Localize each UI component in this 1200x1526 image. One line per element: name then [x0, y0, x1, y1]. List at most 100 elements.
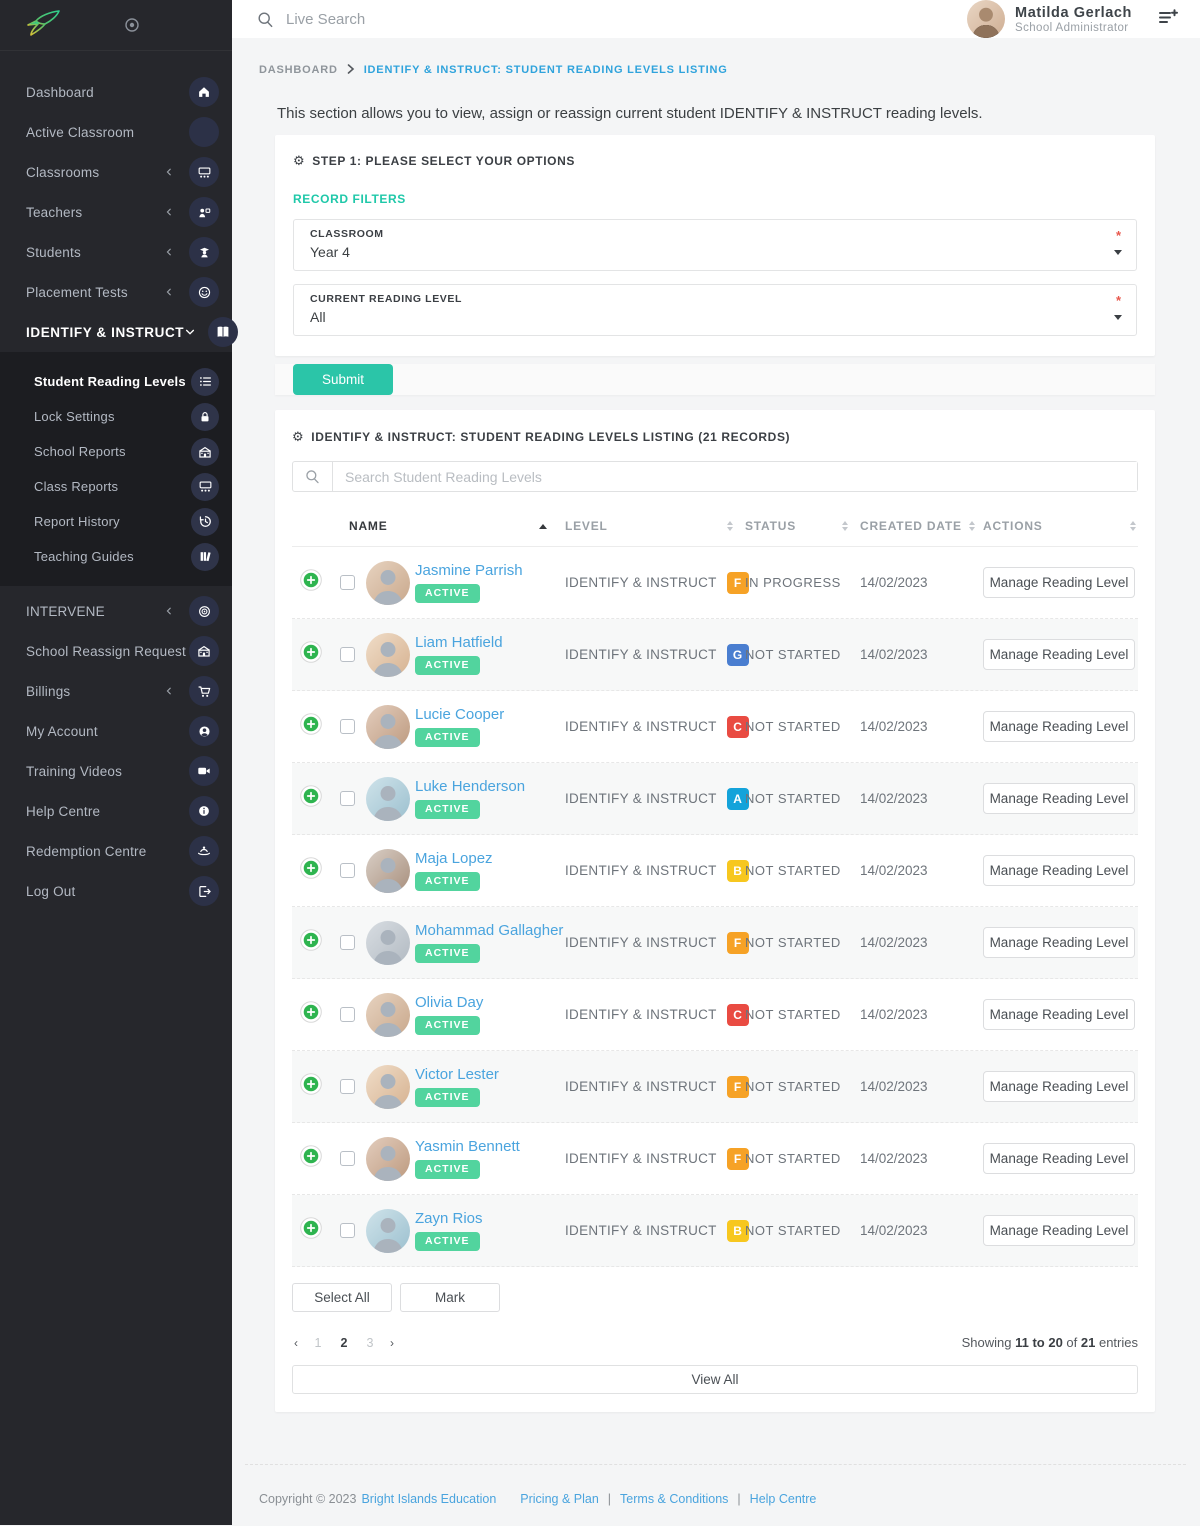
row-checkbox[interactable]: [340, 1079, 355, 1094]
video-icon: [189, 756, 219, 786]
column-header-created-date[interactable]: CREATED DATE: [860, 519, 983, 533]
pagination-page-3[interactable]: 3: [362, 1336, 378, 1350]
student-name-link[interactable]: Lucie Cooper: [415, 706, 504, 723]
sidebar-item-redemption-centre[interactable]: Redemption Centre: [0, 831, 232, 871]
manage-reading-level-button[interactable]: Manage Reading Level: [983, 783, 1135, 814]
status-cell: IN PROGRESS: [745, 575, 860, 590]
sidebar-item-active-classroom[interactable]: Active Classroom: [0, 112, 232, 152]
hands-icon: [189, 836, 219, 866]
row-checkbox[interactable]: [340, 575, 355, 590]
sidebar-item-billings[interactable]: Billings: [0, 671, 232, 711]
manage-reading-level-button[interactable]: Manage Reading Level: [983, 1215, 1135, 1246]
manage-reading-level-button[interactable]: Manage Reading Level: [983, 711, 1135, 742]
student-name-link[interactable]: Olivia Day: [415, 994, 483, 1011]
row-checkbox[interactable]: [340, 791, 355, 806]
expand-row-icon[interactable]: [300, 929, 322, 951]
expand-row-icon[interactable]: [300, 1073, 322, 1095]
sidebar-item-help-centre[interactable]: Help Centre: [0, 791, 232, 831]
expand-row-icon[interactable]: [300, 569, 322, 591]
row-checkbox[interactable]: [340, 1223, 355, 1238]
expand-row-icon[interactable]: [300, 713, 322, 735]
footer-link-terms-conditions[interactable]: Terms & Conditions: [620, 1492, 728, 1506]
student-name-link[interactable]: Zayn Rios: [415, 1210, 483, 1227]
sidebar-item-label: School Reassign Request: [26, 644, 189, 659]
sidebar-item-identify-instruct[interactable]: IDENTIFY & INSTRUCT: [0, 312, 232, 352]
expand-row-icon[interactable]: [300, 1217, 322, 1239]
pagination-page-1[interactable]: 1: [310, 1336, 326, 1350]
select-all-button[interactable]: Select All: [292, 1283, 392, 1312]
table-search-input[interactable]: [333, 462, 1137, 491]
pagination-page-2[interactable]: 2: [336, 1336, 352, 1350]
sidebar-item-intervene[interactable]: INTERVENE: [0, 591, 232, 631]
column-header-name[interactable]: NAME: [349, 519, 565, 533]
row-checkbox[interactable]: [340, 1007, 355, 1022]
manage-reading-level-button[interactable]: Manage Reading Level: [983, 567, 1135, 598]
expand-row-icon[interactable]: [300, 1001, 322, 1023]
column-header-status[interactable]: STATUS: [745, 519, 860, 533]
manage-reading-level-button[interactable]: Manage Reading Level: [983, 999, 1135, 1030]
breadcrumb-dashboard-link[interactable]: DASHBOARD: [259, 64, 338, 76]
manage-reading-level-button[interactable]: Manage Reading Level: [983, 1143, 1135, 1174]
manage-reading-level-button[interactable]: Manage Reading Level: [983, 855, 1135, 886]
sidebar-item-school-reassign-request[interactable]: School Reassign Request: [0, 631, 232, 671]
sidebar-item-school-reports[interactable]: School Reports: [0, 434, 232, 469]
sidebar-item-dashboard[interactable]: Dashboard: [0, 72, 232, 112]
add-list-icon[interactable]: [1158, 8, 1178, 31]
row-checkbox[interactable]: [340, 863, 355, 878]
sidebar-item-log-out[interactable]: Log Out: [0, 871, 232, 911]
caret-down-icon: [1114, 250, 1122, 255]
view-all-button[interactable]: View All: [292, 1365, 1138, 1394]
manage-reading-level-button[interactable]: Manage Reading Level: [983, 927, 1135, 958]
row-checkbox[interactable]: [340, 1151, 355, 1166]
mark-button[interactable]: Mark: [400, 1283, 500, 1312]
footer-link-pricing-plan[interactable]: Pricing & Plan: [520, 1492, 599, 1506]
expand-row-icon[interactable]: [300, 1145, 322, 1167]
footer-link-help-centre[interactable]: Help Centre: [750, 1492, 817, 1506]
row-checkbox[interactable]: [340, 719, 355, 734]
sidebar-item-teachers[interactable]: Teachers: [0, 192, 232, 232]
sidebar-item-lock-settings[interactable]: Lock Settings: [0, 399, 232, 434]
student-name-link[interactable]: Liam Hatfield: [415, 634, 503, 651]
sidebar-item-placement-tests[interactable]: Placement Tests: [0, 272, 232, 312]
filter-select-classroom[interactable]: CLASSROOMYear 4*: [293, 219, 1137, 271]
sidebar-item-report-history[interactable]: Report History: [0, 504, 232, 539]
sidebar-item-label: Placement Tests: [26, 285, 161, 300]
level-cell: IDENTIFY & INSTRUCTF: [565, 1076, 745, 1098]
chevron-left-icon: [161, 683, 177, 699]
sidebar-item-student-reading-levels[interactable]: Student Reading Levels: [0, 364, 232, 399]
expand-row-icon[interactable]: [300, 641, 322, 663]
column-header-level[interactable]: LEVEL: [565, 519, 745, 533]
table-row: Zayn RiosACTIVEIDENTIFY & INSTRUCTBNOT S…: [292, 1195, 1138, 1267]
pagination-prev[interactable]: ‹: [292, 1336, 300, 1350]
listing-card: ⚙ IDENTIFY & INSTRUCT: STUDENT READING L…: [275, 410, 1155, 1412]
brand-link[interactable]: Bright Islands Education: [361, 1492, 496, 1506]
filter-select-current-reading-level[interactable]: CURRENT READING LEVELAll*: [293, 284, 1137, 336]
user-menu[interactable]: Matilda Gerlach School Administrator: [967, 0, 1132, 38]
manage-reading-level-button[interactable]: Manage Reading Level: [983, 639, 1135, 670]
student-name-link[interactable]: Victor Lester: [415, 1066, 499, 1083]
sidebar-item-students[interactable]: Students: [0, 232, 232, 272]
student-name-link[interactable]: Mohammad Gallagher: [415, 922, 563, 939]
collapse-toggle-icon[interactable]: [124, 17, 140, 33]
submit-button[interactable]: Submit: [293, 364, 393, 395]
student-name-link[interactable]: Maja Lopez: [415, 850, 493, 867]
sidebar-item-training-videos[interactable]: Training Videos: [0, 751, 232, 791]
student-name-link[interactable]: Jasmine Parrish: [415, 562, 523, 579]
manage-reading-level-button[interactable]: Manage Reading Level: [983, 1071, 1135, 1102]
student-name-link[interactable]: Yasmin Bennett: [415, 1138, 520, 1155]
column-header-actions[interactable]: ACTIONS: [983, 519, 1138, 533]
expand-row-icon[interactable]: [300, 857, 322, 879]
student-name-link[interactable]: Luke Henderson: [415, 778, 525, 795]
sidebar-item-teaching-guides[interactable]: Teaching Guides: [0, 539, 232, 574]
sidebar-item-class-reports[interactable]: Class Reports: [0, 469, 232, 504]
live-search-input[interactable]: [286, 11, 967, 28]
brand-logo-icon[interactable]: [24, 8, 62, 43]
sidebar-item-my-account[interactable]: My Account: [0, 711, 232, 751]
created-date-cell: 14/02/2023: [860, 1007, 983, 1022]
row-checkbox[interactable]: [340, 647, 355, 662]
expand-row-icon[interactable]: [300, 785, 322, 807]
history-icon: [191, 508, 219, 536]
pagination-next[interactable]: ›: [388, 1336, 396, 1350]
sidebar-item-classrooms[interactable]: Classrooms: [0, 152, 232, 192]
row-checkbox[interactable]: [340, 935, 355, 950]
